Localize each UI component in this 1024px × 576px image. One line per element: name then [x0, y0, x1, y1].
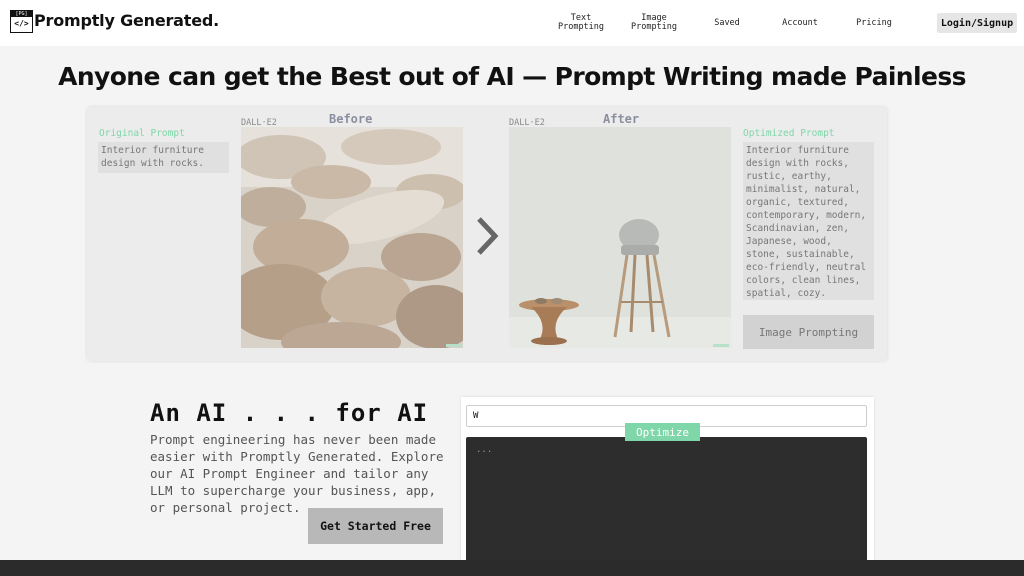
- logo-mark: [PG]: [11, 11, 32, 17]
- before-image: [241, 127, 463, 348]
- brand-name[interactable]: Promptly Generated.: [34, 11, 219, 30]
- original-prompt-text: Interior furniture design with rocks.: [98, 142, 229, 173]
- nav-pricing[interactable]: Pricing: [850, 0, 898, 46]
- hero-headline: Anyone can get the Best out of AI — Prom…: [58, 62, 966, 91]
- nav-text-prompting[interactable]: Text Prompting: [555, 0, 607, 46]
- before-label: Before: [329, 112, 373, 126]
- nav-account[interactable]: Account: [776, 0, 824, 46]
- promo-title: An AI . . . for AI: [150, 399, 429, 427]
- optimized-prompt-text: Interior furniture design with rocks, ru…: [743, 142, 874, 300]
- nav-image-prompting[interactable]: Image Prompting: [628, 0, 680, 46]
- original-prompt-label: Original Prompt: [99, 128, 185, 139]
- login-signup-button[interactable]: Login/Signup: [937, 13, 1017, 33]
- image-prompting-button[interactable]: Image Prompting: [743, 315, 874, 349]
- get-started-button[interactable]: Get Started Free: [308, 508, 443, 544]
- after-image: [509, 127, 731, 348]
- after-label: After: [603, 112, 640, 126]
- optimize-button[interactable]: Optimize: [625, 423, 700, 441]
- promo-text: Prompt engineering has never been made e…: [150, 432, 444, 515]
- footer-bar: [0, 560, 1024, 576]
- logo-icon[interactable]: [PG] </>: [10, 10, 33, 33]
- site-header: [PG] </> Promptly Generated. Text Prompt…: [0, 0, 1024, 46]
- nav-saved[interactable]: Saved: [706, 0, 748, 46]
- optimized-output: ...: [466, 437, 867, 576]
- optimized-prompt-label: Optimized Prompt: [743, 128, 835, 139]
- logo-code: </>: [14, 19, 29, 28]
- chevron-right-icon: [477, 217, 499, 255]
